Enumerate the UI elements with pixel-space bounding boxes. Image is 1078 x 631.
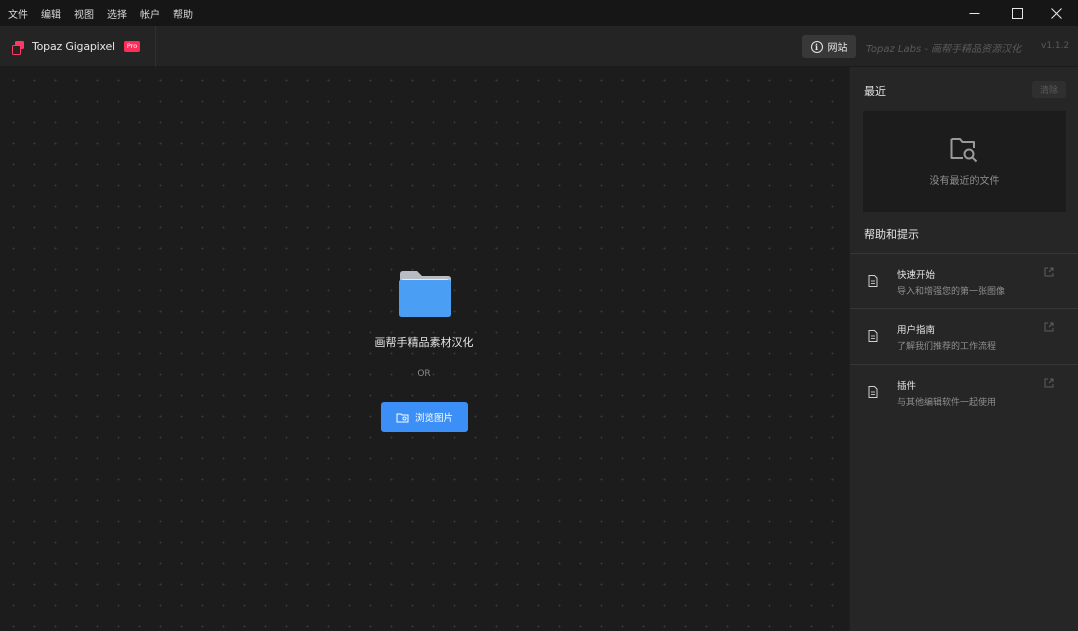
menu-select[interactable]: 选择 — [107, 6, 127, 21]
minimize-icon — [969, 12, 979, 14]
app-header: Topaz Gigapixel Pro i 网站 Topaz Labs - 画帮… — [0, 26, 1078, 67]
pro-badge: Pro — [123, 41, 141, 52]
minimize-button[interactable] — [952, 0, 996, 26]
topaz-logo-icon — [12, 40, 25, 55]
external-link-icon — [1044, 378, 1054, 388]
help-item-quick-start[interactable]: 快速开始 导入和增强您的第一张图像 — [850, 253, 1078, 308]
document-icon — [868, 330, 878, 342]
recent-files-panel: 没有最近的文件 — [863, 111, 1066, 212]
close-button[interactable] — [1034, 0, 1078, 26]
help-item-subtitle: 导入和增强您的第一张图像 — [897, 287, 1006, 297]
help-item-title: 用户指南 — [897, 325, 936, 336]
menu: 文件 编辑 视图 选择 帐户 帮助 — [8, 0, 193, 26]
folder-search-icon — [950, 138, 978, 163]
help-item-subtitle: 与其他编辑软件一起使用 — [897, 398, 997, 408]
help-item-subtitle: 了解我们推荐的工作流程 — [897, 342, 997, 352]
recent-title: 最近 — [864, 85, 886, 98]
menu-help[interactable]: 帮助 — [173, 6, 193, 21]
menu-file[interactable]: 文件 — [8, 6, 28, 21]
external-link-icon — [1044, 322, 1054, 332]
menu-edit[interactable]: 编辑 — [41, 6, 61, 21]
drop-canvas[interactable]: 画帮手精品素材汉化 OR 浏览图片 — [0, 67, 849, 631]
app-name: Topaz Gigapixel — [32, 40, 115, 53]
maximize-icon — [1011, 7, 1023, 19]
clear-recent-button[interactable]: 清除 — [1032, 81, 1066, 98]
drop-text: 画帮手精品素材汉化 — [374, 336, 474, 349]
folder-icon — [399, 271, 451, 317]
help-item-title: 插件 — [897, 381, 917, 392]
website-button-label: 网站 — [827, 43, 848, 54]
help-item-title: 快速开始 — [897, 270, 936, 281]
browse-images-label: 浏览图片 — [414, 413, 453, 424]
help-title: 帮助和提示 — [864, 228, 919, 241]
help-item-plugins[interactable]: 插件 与其他编辑软件一起使用 — [850, 364, 1078, 419]
document-icon — [868, 386, 878, 398]
external-link-icon — [1044, 267, 1054, 277]
right-sidebar: 最近 清除 没有最近的文件 帮助和提示 快速开始 导入和增强您的第一张图像 用户… — [849, 67, 1078, 631]
no-recent-files-text: 没有最近的文件 — [929, 176, 1000, 187]
or-divider: OR — [417, 369, 431, 379]
menu-view[interactable]: 视图 — [74, 6, 94, 21]
brand-note: Topaz Labs - 画帮手精品资源汉化 — [866, 44, 1022, 55]
document-icon — [868, 275, 878, 287]
app-logo: Topaz Gigapixel Pro — [0, 26, 156, 67]
browse-images-button[interactable]: 浏览图片 — [381, 402, 468, 432]
info-icon: i — [810, 40, 823, 53]
image-folder-icon — [396, 413, 409, 422]
close-icon — [1050, 7, 1062, 19]
maximize-button[interactable] — [995, 0, 1039, 26]
menu-account[interactable]: 帐户 — [140, 6, 160, 21]
menu-bar: 文件 编辑 视图 选择 帐户 帮助 — [0, 0, 1078, 26]
website-button[interactable]: i 网站 — [802, 35, 856, 58]
version-label: v1.1.2 — [1041, 41, 1070, 51]
help-item-user-guide[interactable]: 用户指南 了解我们推荐的工作流程 — [850, 308, 1078, 363]
